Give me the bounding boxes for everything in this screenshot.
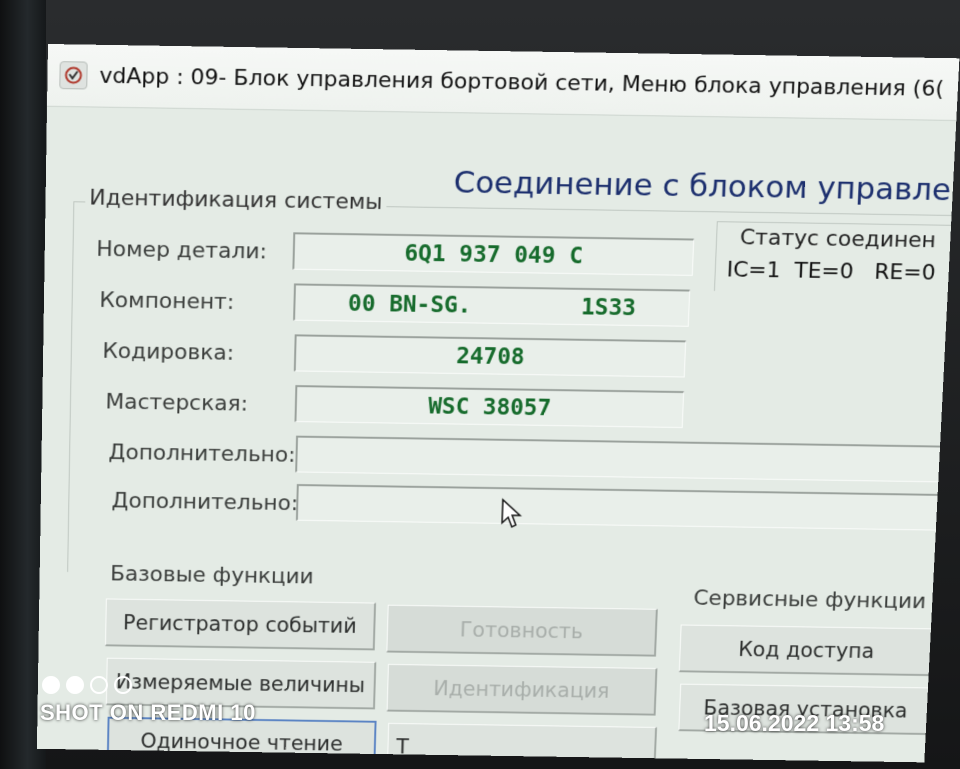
partial-button[interactable]: Т <box>386 722 658 763</box>
component-label: Компонент: <box>99 288 235 315</box>
identification-legend: Идентификация системы <box>85 185 387 216</box>
camera-watermark: SHOT ON REDMI 10 <box>40 676 256 726</box>
connection-title: Соединение с блоком управления <box>453 164 960 209</box>
identification-button[interactable]: Идентификация <box>386 663 658 716</box>
access-code-button[interactable]: Код доступа <box>678 624 935 677</box>
photo-scene: vdApp : 09- Блок управления бортовой сет… <box>0 0 960 769</box>
window-title: vdApp : 09- Блок управления бортовой сет… <box>99 63 945 102</box>
coding-label: Кодировка: <box>102 339 235 366</box>
basic-functions-label: Базовые функции <box>110 562 315 590</box>
connection-status-label: Статус соединен <box>739 225 937 254</box>
additional-label-2: Дополнительно: <box>111 488 299 516</box>
photo-timestamp: 15.06.2022 13:58 <box>704 710 885 736</box>
title-bar: vdApp : 09- Блок управления бортовой сет… <box>47 44 960 121</box>
app-icon <box>59 61 88 90</box>
readiness-button[interactable]: Готовность <box>386 604 658 657</box>
camera-dots-icon <box>42 676 256 694</box>
service-functions-label: Сервисные функции <box>693 586 927 614</box>
event-log-button[interactable]: Регистратор событий <box>105 598 377 651</box>
part-number-label: Номер детали: <box>96 237 268 265</box>
app-window: vdApp : 09- Блок управления бортовой сет… <box>36 44 960 763</box>
component-field: 00 BN-SG. 1S33 <box>293 283 691 327</box>
connection-status-value: IC=1 TE=0 RE=0 <box>726 257 937 286</box>
mouse-cursor-icon <box>500 498 525 535</box>
workshop-field: WSC 38057 <box>294 385 685 429</box>
coding-field: 24708 <box>293 334 687 378</box>
part-number-field: 6Q1 937 049 C <box>292 232 695 276</box>
shot-on-text: SHOT ON REDMI 10 <box>40 700 256 725</box>
additional-label-1: Дополнительно: <box>108 440 296 468</box>
workshop-label: Мастерская: <box>105 389 249 417</box>
